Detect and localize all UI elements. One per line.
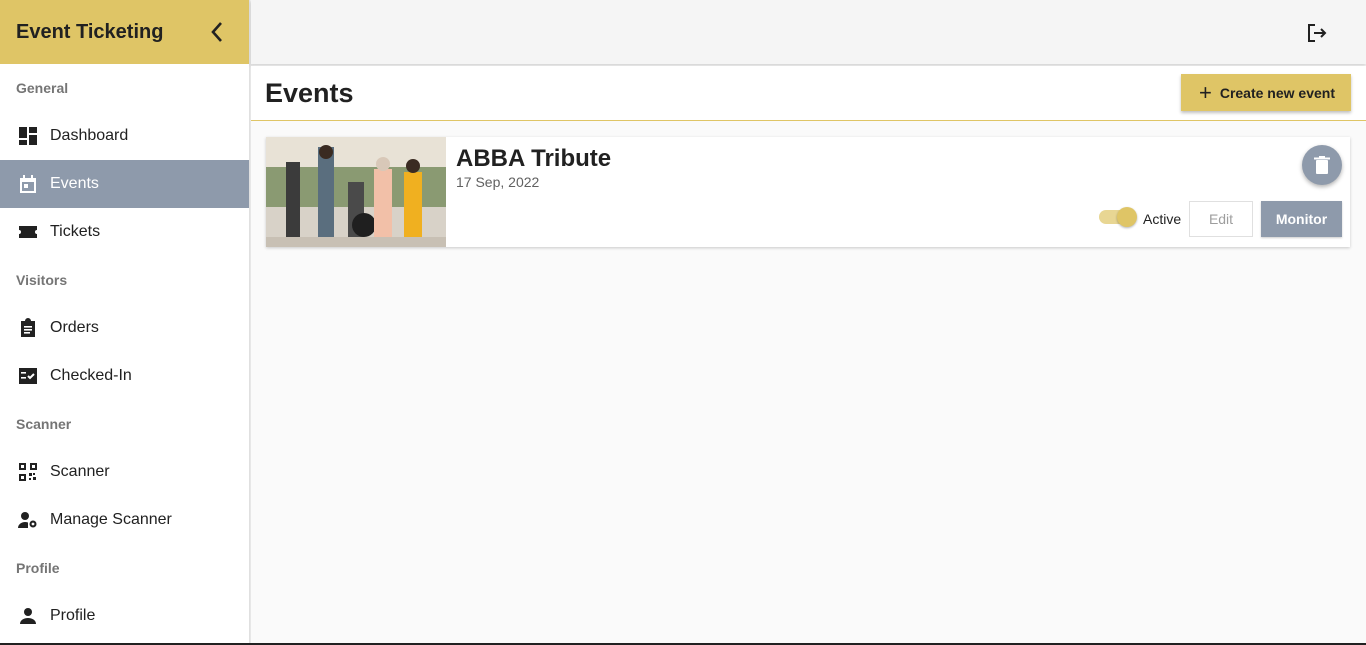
collapse-sidebar-button[interactable] [201, 16, 233, 48]
nav-section-scanner: Scanner [16, 416, 72, 432]
active-label: Active [1143, 211, 1182, 227]
create-event-button[interactable]: + Create new event [1180, 74, 1351, 111]
page-header: Events + Create new event [251, 66, 1366, 121]
main-content: Events + Create new event ABBA Tribute 1… [251, 66, 1366, 643]
sidebar-item-label: Orders [50, 319, 99, 336]
checklist-icon [18, 366, 38, 386]
trash-icon [1314, 156, 1330, 174]
calendar-icon [18, 174, 38, 194]
dashboard-icon [18, 126, 38, 146]
app-title: Event Ticketing [16, 20, 164, 43]
logout-icon [1308, 24, 1327, 42]
edit-button[interactable]: Edit [1189, 201, 1253, 237]
sidebar-item-dashboard[interactable]: Dashboard [0, 112, 249, 160]
event-name: ABBA Tribute [456, 145, 612, 172]
sidebar-item-label: Dashboard [50, 127, 129, 144]
sidebar-item-checked-in[interactable]: Checked-In [0, 352, 249, 400]
plus-icon: + [1198, 79, 1212, 105]
sidebar-item-orders[interactable]: Orders [0, 304, 249, 352]
active-toggle[interactable] [1099, 207, 1137, 227]
nav-section-general: General [16, 80, 69, 96]
sidebar-item-label: Checked-In [50, 367, 132, 384]
delete-event-button[interactable] [1302, 145, 1342, 185]
event-image [266, 137, 446, 247]
person-icon [18, 606, 38, 626]
sidebar-item-scanner[interactable]: Scanner [0, 448, 249, 496]
nav-section-visitors: Visitors [16, 272, 68, 288]
sidebar-item-profile[interactable]: Profile [0, 592, 249, 640]
nav-section-profile: Profile [16, 560, 60, 576]
user-settings-icon [18, 510, 38, 530]
create-event-label: Create new event [1219, 84, 1335, 101]
ticket-icon [18, 222, 38, 242]
toggle-knob [1117, 207, 1137, 227]
sidebar: Event Ticketing General Dashboard Events… [0, 0, 250, 645]
sidebar-item-tickets[interactable]: Tickets [0, 208, 249, 256]
sidebar-item-manage-scanner[interactable]: Manage Scanner [0, 496, 249, 544]
qr-code-icon [18, 462, 38, 482]
sidebar-item-label: Scanner [50, 463, 110, 480]
sidebar-header: Event Ticketing [0, 0, 249, 64]
page-title: Events [265, 78, 354, 108]
chevron-left-icon [211, 22, 222, 42]
sidebar-item-label: Profile [50, 607, 96, 624]
event-card: ABBA Tribute 17 Sep, 2022 Active Edit Mo… [266, 137, 1350, 247]
top-bar [251, 0, 1366, 64]
logout-button[interactable] [1306, 22, 1328, 44]
sidebar-item-label: Tickets [50, 223, 101, 240]
sidebar-item-label: Manage Scanner [50, 511, 172, 528]
event-date: 17 Sep, 2022 [456, 174, 540, 190]
monitor-button[interactable]: Monitor [1261, 201, 1342, 237]
sidebar-item-label: Events [50, 175, 99, 192]
sidebar-item-events[interactable]: Events [0, 160, 249, 208]
clipboard-icon [18, 318, 38, 338]
